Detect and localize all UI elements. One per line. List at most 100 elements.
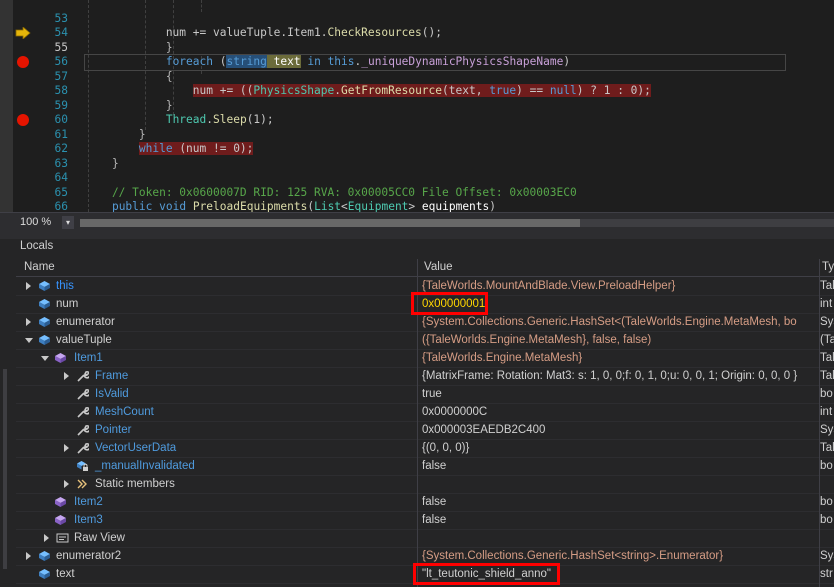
highlight-box-num: [411, 292, 488, 315]
variable-type: str: [820, 568, 833, 580]
locals-row[interactable]: Item2 false bo: [16, 493, 834, 512]
locals-row[interactable]: Item3 false bo: [16, 511, 834, 530]
locals-row[interactable]: Pointer 0x000003EAEDB2C400 Sys: [16, 421, 834, 440]
variable-value[interactable]: {System.Collections.Generic.HashSet<(Tal…: [422, 313, 818, 331]
variable-value[interactable]: 0x000003EAEDB2C400: [422, 421, 818, 439]
panel-left-edge: [3, 369, 7, 569]
expand-arrow-icon[interactable]: [26, 552, 31, 560]
variable-name: enumerator2: [56, 550, 122, 562]
variable-type: (Ta: [820, 334, 834, 346]
zoom-dropdown-icon[interactable]: ▾: [62, 216, 74, 229]
property-icon: [54, 352, 67, 364]
horizontal-scrollbar[interactable]: [80, 219, 834, 227]
locals-row[interactable]: enumerator {System.Collections.Generic.H…: [16, 313, 834, 332]
variable-name: valueTuple: [56, 334, 112, 346]
code-line-55[interactable]: 55 foreach (string text in this._uniqueD…: [0, 26, 834, 71]
code-editor[interactable]: 53 num += valueTuple.Item1.CheckResource…: [0, 0, 834, 212]
private-field-icon: [76, 460, 89, 472]
column-separator[interactable]: [819, 259, 820, 587]
code-line-66[interactable]: 66 {: [0, 186, 834, 212]
collapse-arrow-icon[interactable]: [25, 338, 33, 343]
code-line-61[interactable]: 61 while (num != 0);: [0, 113, 834, 155]
variable-name: Item1: [74, 352, 103, 364]
object-icon: [38, 334, 51, 346]
variable-type: bo: [820, 496, 833, 508]
code-line-59[interactable]: 59 Thread.Sleep(1);: [0, 84, 834, 127]
locals-row[interactable]: IsValid true bo: [16, 385, 834, 404]
variable-type: int: [820, 298, 833, 310]
collapse-arrow-icon[interactable]: [41, 356, 49, 361]
code-line-65[interactable]: 65 public void PreloadEquipments(List<Eq…: [0, 171, 834, 213]
variable-type: int: [820, 406, 833, 418]
object-icon: [38, 568, 51, 580]
variable-name: IsValid: [95, 388, 129, 400]
code-line-67[interactable]: 67 foreach (Equipment equipment in equip…: [0, 200, 834, 212]
locals-row[interactable]: MeshCount 0x0000000C int: [16, 403, 834, 422]
variable-type: Sys: [820, 424, 834, 436]
variable-type: Tal: [820, 442, 834, 454]
locals-row[interactable]: Item1 {TaleWorlds.Engine.MetaMesh} Tal: [16, 349, 834, 368]
code-line-60[interactable]: 60 }: [0, 99, 834, 141]
code-line-63[interactable]: 63: [0, 142, 834, 170]
variable-value[interactable]: {(0, 0, 0)}: [422, 439, 818, 457]
variable-name: VectorUserData: [95, 442, 177, 454]
variable-value[interactable]: [422, 475, 818, 493]
locals-row[interactable]: _manualInvalidated false bo: [16, 457, 834, 476]
expand-arrow-icon[interactable]: [64, 444, 69, 452]
variable-name: enumerator: [56, 316, 115, 328]
locals-row[interactable]: Raw View: [16, 529, 834, 548]
expand-arrow-icon[interactable]: [64, 372, 69, 380]
expand-arrow-icon[interactable]: [44, 534, 49, 542]
column-header-name[interactable]: Name: [24, 261, 55, 273]
variable-type: bo: [820, 460, 833, 472]
variable-value[interactable]: ({TaleWorlds.Engine.MetaMesh}, false, fa…: [422, 331, 818, 349]
variable-value[interactable]: [422, 529, 818, 547]
variable-name: Item3: [74, 514, 103, 526]
variable-name: _manualInvalidated: [95, 460, 195, 472]
locals-row[interactable]: VectorUserData {(0, 0, 0)} Tal: [16, 439, 834, 458]
locals-row[interactable]: valueTuple ({TaleWorlds.Engine.MetaMesh}…: [16, 331, 834, 350]
locals-row[interactable]: Static members: [16, 475, 834, 494]
variable-type: Tal: [820, 280, 834, 292]
expand-arrow-icon[interactable]: [64, 480, 69, 488]
code-line-54[interactable]: 54 }: [0, 12, 834, 54]
wrench-icon: [76, 406, 91, 418]
variable-value[interactable]: true: [422, 385, 818, 403]
editor-status-bar: 100 % ▾: [0, 212, 834, 233]
expand-arrow-icon[interactable]: [26, 318, 31, 326]
variable-type: bo: [820, 514, 833, 526]
code-line-64[interactable]: 64 // Token: 0x0600007D RID: 125 RVA: 0x…: [0, 157, 834, 199]
variable-name: Static members: [95, 478, 175, 490]
variable-value[interactable]: false: [422, 493, 818, 511]
wrench-icon: [76, 424, 91, 436]
variable-value[interactable]: false: [422, 457, 818, 475]
column-header-value[interactable]: Value: [424, 261, 453, 273]
locals-header: Name Value Ty: [16, 259, 834, 277]
variable-value[interactable]: 0x0000000C: [422, 403, 818, 421]
code-line-62[interactable]: 62 }: [0, 128, 834, 170]
locals-row[interactable]: Frame {MatrixFrame: Rotation: Mat3: s: 1…: [16, 367, 834, 386]
code-line-56[interactable]: 56 {: [0, 41, 834, 83]
code-line-53[interactable]: 53 num += valueTuple.Item1.CheckResource…: [0, 0, 834, 40]
object-icon: [38, 550, 51, 562]
highlight-box-text: [413, 563, 560, 585]
variable-type: Sys: [820, 316, 834, 328]
code-line-58[interactable]: 58 }: [0, 70, 834, 112]
column-header-type[interactable]: Ty: [822, 261, 834, 273]
property-icon: [54, 496, 67, 508]
variable-value[interactable]: {MatrixFrame: Rotation: Mat3: s: 1, 0, 0…: [422, 367, 818, 385]
variable-name: this: [56, 280, 74, 292]
variable-value[interactable]: {TaleWorlds.Engine.MetaMesh}: [422, 349, 818, 367]
variable-name: text: [56, 568, 75, 580]
variable-value[interactable]: false: [422, 511, 818, 529]
expand-arrow-icon[interactable]: [26, 282, 31, 290]
wrench-icon: [76, 370, 91, 382]
scrollbar-thumb[interactable]: [80, 219, 580, 227]
code-line-57[interactable]: 57 num += ((PhysicsShape.GetFromResource…: [0, 55, 834, 97]
zoom-level[interactable]: 100 %: [20, 216, 51, 228]
variable-name: num: [56, 298, 79, 310]
object-icon: [38, 316, 51, 328]
variable-type: Tal: [820, 352, 834, 364]
object-icon: [38, 280, 51, 292]
raw-view-icon: [56, 532, 69, 544]
